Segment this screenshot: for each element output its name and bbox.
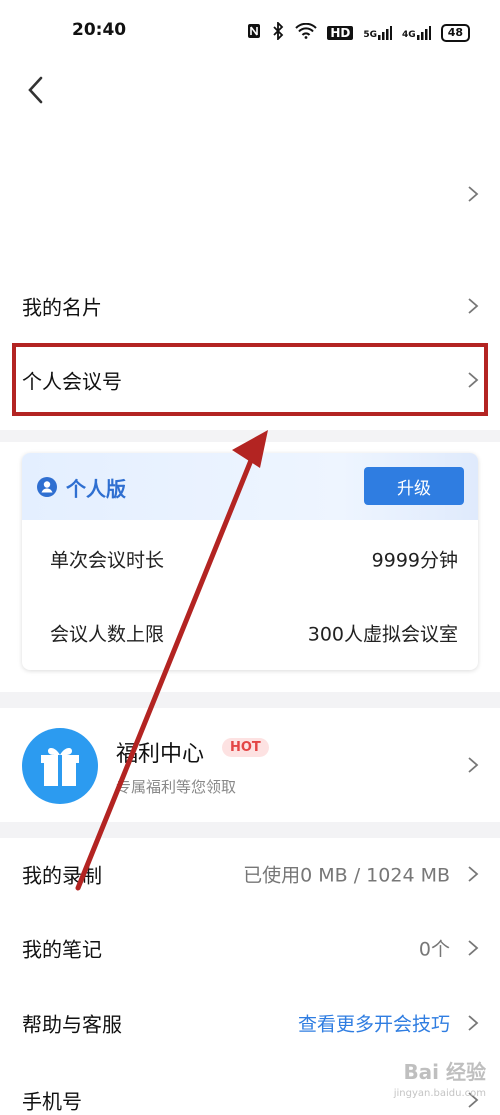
- chevron-right-icon: [468, 186, 479, 202]
- watermark-logo: Bai 经验: [403, 1060, 486, 1084]
- hd-icon: HD: [327, 25, 354, 40]
- welfare-title: 福利中心: [116, 742, 205, 767]
- section-gap: [0, 822, 500, 838]
- notes-count-value: 0个: [418, 938, 450, 961]
- upgrade-button[interactable]: 升级: [364, 467, 464, 505]
- chevron-right-icon: [468, 1015, 479, 1031]
- more-tips-link[interactable]: 查看更多开会技巧: [298, 1010, 450, 1037]
- chevron-left-icon: [28, 76, 43, 104]
- plan-name: 个人版: [66, 477, 126, 501]
- welfare-subtitle: 专属福利等您领取: [116, 778, 237, 796]
- plan-row-key: 会议人数上限: [50, 623, 165, 646]
- highlight-box: [12, 343, 488, 416]
- network-5g-label: 5G: [363, 29, 378, 40]
- signal-5g-icon: 5G: [363, 25, 393, 40]
- network-4g-label: 4G: [402, 29, 416, 40]
- plan-card-header: 个人版 升级: [22, 453, 478, 520]
- plan-row-value: 300人虚拟会议室: [307, 623, 458, 646]
- user-icon: [37, 477, 57, 497]
- nfc-icon: [247, 23, 261, 42]
- signal-4g-icon: 4G: [402, 25, 431, 40]
- bluetooth-icon: [271, 20, 285, 43]
- battery-icon: 48: [440, 23, 470, 42]
- plan-row-capacity: 会议人数上限 300人虚拟会议室: [22, 597, 478, 669]
- phone-number-label: 手机号: [22, 1089, 82, 1114]
- welfare-center-row[interactable]: 福利中心 HOT 专属福利等您领取: [0, 708, 500, 822]
- my-notes-row[interactable]: 我的笔记 0个: [0, 912, 500, 984]
- my-recordings-row[interactable]: 我的录制 已使用0 MB / 1024 MB: [0, 838, 500, 910]
- my-recordings-label: 我的录制: [22, 863, 102, 888]
- chevron-right-icon: [468, 757, 479, 773]
- gift-icon: [22, 728, 98, 804]
- my-card-label: 我的名片: [22, 295, 102, 320]
- plan-row-key: 单次会议时长: [50, 549, 165, 572]
- help-support-row[interactable]: 帮助与客服 查看更多开会技巧: [0, 987, 500, 1059]
- section-gap: [0, 692, 500, 708]
- status-time: 20:40: [72, 20, 127, 40]
- section-gap: [0, 430, 500, 442]
- plan-row-value: 9999分钟: [371, 549, 458, 572]
- wifi-icon: [295, 22, 318, 42]
- hot-badge: HOT: [222, 738, 269, 757]
- watermark-url: jingyan.baidu.com: [393, 1088, 486, 1099]
- status-icons: HD 5G 4G 48: [247, 20, 470, 43]
- chevron-right-icon: [468, 866, 479, 882]
- recordings-usage-value: 已使用0 MB / 1024 MB: [243, 864, 450, 887]
- plan-card: 个人版 升级 单次会议时长 9999分钟 会议人数上限 300人虚拟会议室: [22, 453, 478, 670]
- chevron-right-icon: [468, 940, 479, 956]
- my-notes-label: 我的笔记: [22, 937, 102, 962]
- back-button[interactable]: [22, 72, 52, 108]
- plan-row-duration: 单次会议时长 9999分钟: [22, 523, 478, 595]
- status-bar: 20:40 HD 5G 4G 48: [0, 0, 500, 62]
- help-support-label: 帮助与客服: [22, 1012, 122, 1037]
- my-card-row[interactable]: 我的名片: [0, 270, 500, 342]
- profile-row[interactable]: [0, 158, 500, 230]
- chevron-right-icon: [468, 298, 479, 314]
